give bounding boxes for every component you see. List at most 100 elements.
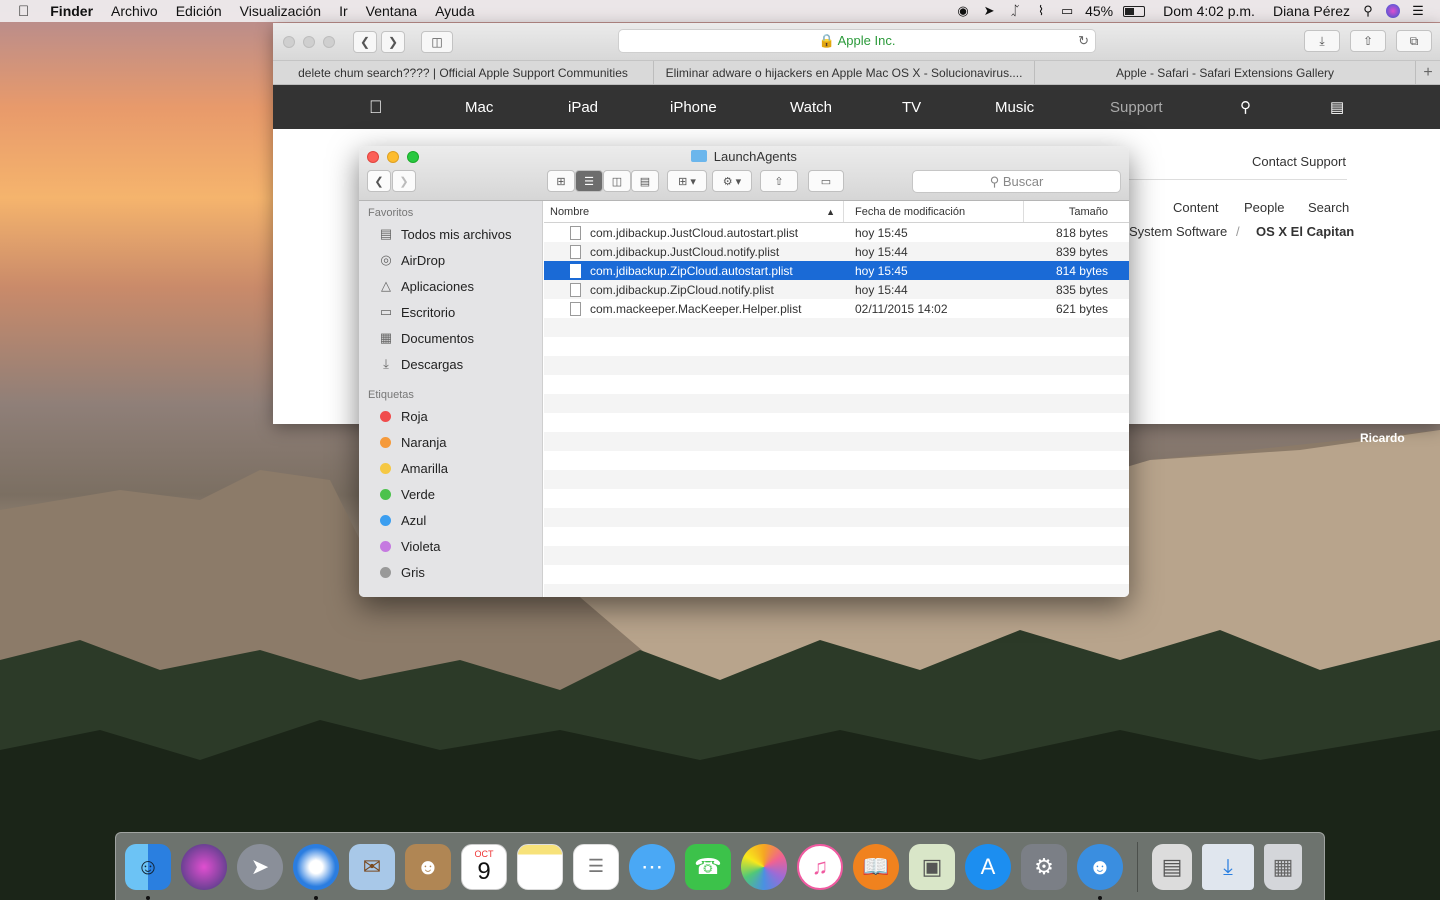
safari-back-button[interactable]: ❮ [353,30,377,53]
nav-support[interactable]: Support [1110,99,1240,116]
sidebar-item-descargas[interactable]: ⤓ Descargas [359,351,542,377]
safari-zoom-button[interactable] [323,35,335,48]
tag-roja[interactable]: Roja [359,403,542,429]
menu-edicion[interactable]: Edición [167,3,231,19]
tag-azul[interactable]: Azul [359,507,542,533]
app-store-icon[interactable]: A [965,843,1011,890]
siri-icon[interactable] [1386,4,1400,18]
breadcrumb-system-software[interactable]: System Software [1129,224,1227,239]
link-content[interactable]: Content [1173,200,1219,215]
reminders-icon[interactable]: ☰ [573,843,619,890]
finder-search-field[interactable]: ⚲ Buscar [912,170,1121,193]
menu-ir[interactable]: Ir [330,3,357,19]
ibooks-icon[interactable]: 📖 [853,843,899,890]
link-search[interactable]: Search [1308,200,1349,215]
safari-minimize-button[interactable] [303,35,315,48]
launchpad-icon[interactable]: ➤ [237,843,283,890]
contact-support-link[interactable]: Contact Support [1252,154,1346,169]
trash-icon[interactable]: ▦ [1264,843,1302,890]
battery-percent[interactable]: 45% [1085,3,1113,19]
messages-icon[interactable]: ⋯ [629,843,675,890]
table-row-selected[interactable]: com.jdibackup.ZipCloud.autostart.plist ho… [544,261,1129,280]
nav-ipad[interactable]: iPad [568,99,670,116]
battery-icon[interactable] [1123,5,1146,17]
tag-naranja[interactable]: Naranja [359,429,542,455]
table-row[interactable]: com.mackeeper.MacKeeper.Helper.plist 02/1… [544,299,1129,318]
column-header-size[interactable]: Tamaño [1024,201,1129,222]
status-circle-icon[interactable]: ◉ [955,4,971,18]
column-view-icon[interactable]: ◫ [603,170,631,192]
menu-ayuda[interactable]: Ayuda [426,3,483,19]
tag-gris[interactable]: Gris [359,559,542,585]
icon-view-icon[interactable]: ⊞ [547,170,575,192]
tag-violeta[interactable]: Violeta [359,533,542,559]
finder-back-button[interactable]: ❮ [367,170,391,192]
mackeeper-icon[interactable]: ☻ [1077,843,1123,900]
table-row[interactable]: com.jdibackup.JustCloud.autostart.plist h… [544,223,1129,242]
tag-icon[interactable]: ▭ [808,170,844,192]
column-header-name[interactable]: Nombre ▲ [544,201,844,222]
site-search-icon[interactable]: ⚲ [1240,98,1330,116]
notification-center-icon[interactable]: ☰ [1410,4,1426,18]
menu-archivo[interactable]: Archivo [102,3,167,19]
safari-close-button[interactable] [283,35,295,48]
nav-watch[interactable]: Watch [790,99,902,116]
downloads-icon[interactable]: ⤓ [1304,30,1340,52]
archive-utility-icon[interactable]: ▤ [1152,843,1192,890]
list-view-icon[interactable]: ☰ [575,170,603,192]
clock[interactable]: Dom 4:02 p.m. [1163,3,1255,19]
location-arrow-icon[interactable]: ➤ [981,4,997,18]
preview-icon[interactable]: ▣ [909,843,955,890]
itunes-icon[interactable]: ♫ [797,843,843,890]
nav-iphone[interactable]: iPhone [670,99,790,116]
sidebar-item-aplicaciones[interactable]: △ Aplicaciones [359,273,542,299]
bluetooth-icon[interactable]: ᛢ [1007,4,1023,18]
share-icon[interactable]: ⇧ [760,170,798,192]
finder-forward-button[interactable]: ❯ [392,170,416,192]
safari-tab[interactable]: delete chum search???? | Official Apple … [273,61,654,84]
safari-forward-button[interactable]: ❯ [381,30,405,53]
notes-icon[interactable] [517,843,563,890]
desktop-item-label[interactable]: Ricardo [1360,431,1405,445]
sidebar-item-todos[interactable]: ▤ Todos mis archivos [359,221,542,247]
sidebar-item-escritorio[interactable]: ▭ Escritorio [359,299,542,325]
airplay-icon[interactable]: ▭ [1059,4,1075,18]
downloads-stack-icon[interactable]: ⤓ [1202,843,1254,890]
siri-icon[interactable] [181,843,227,890]
apple-menu-icon[interactable]:  [0,3,41,20]
finder-icon[interactable]: ☺ [125,843,171,900]
shopping-bag-icon[interactable]: ▤ [1330,98,1344,116]
breadcrumb-os-x[interactable]: OS X El Capitan [1256,224,1354,239]
column-header-date[interactable]: Fecha de modificación [844,201,1024,222]
link-people[interactable]: People [1244,200,1284,215]
address-bar[interactable]: 🔒 Apple Inc. ↻ [618,29,1096,53]
user-name[interactable]: Diana Pérez [1273,3,1350,19]
table-row[interactable]: com.jdibackup.ZipCloud.notify.plist hoy 1… [544,280,1129,299]
system-preferences-icon[interactable]: ⚙ [1021,843,1067,890]
mail-icon[interactable]: ✉ [349,843,395,890]
cover-flow-icon[interactable]: ▤ [631,170,659,192]
facetime-icon[interactable]: ☎ [685,843,731,890]
tabs-overview-icon[interactable]: ⧉ [1396,30,1432,52]
calendar-icon[interactable]: OCT 9 [461,843,507,890]
tag-amarilla[interactable]: Amarilla [359,455,542,481]
sidebar-item-documentos[interactable]: ▦ Documentos [359,325,542,351]
new-tab-button[interactable]: + [1416,61,1440,84]
tag-verde[interactable]: Verde [359,481,542,507]
sidebar-toggle-icon[interactable]: ◫ [421,30,453,53]
menu-ventana[interactable]: Ventana [357,3,426,19]
sidebar-item-airdrop[interactable]: ◎ AirDrop [359,247,542,273]
safari-tab[interactable]: Apple - Safari - Safari Extensions Galle… [1035,61,1416,84]
nav-tv[interactable]: TV [902,99,995,116]
apple-logo-icon[interactable]:  [369,97,465,118]
reload-icon[interactable]: ↻ [1078,30,1089,52]
wifi-icon[interactable]: ⌇ [1033,4,1049,18]
menu-visualizacion[interactable]: Visualización [231,3,330,19]
table-row[interactable]: com.jdibackup.JustCloud.notify.plist hoy … [544,242,1129,261]
share-icon[interactable]: ⇧ [1350,30,1386,52]
safari-icon[interactable]: ✦ [293,843,339,900]
contacts-icon[interactable]: ☻ [405,843,451,890]
nav-music[interactable]: Music [995,99,1110,116]
action-gear-icon[interactable]: ⚙ ▾ [712,170,752,192]
photos-icon[interactable] [741,843,787,890]
